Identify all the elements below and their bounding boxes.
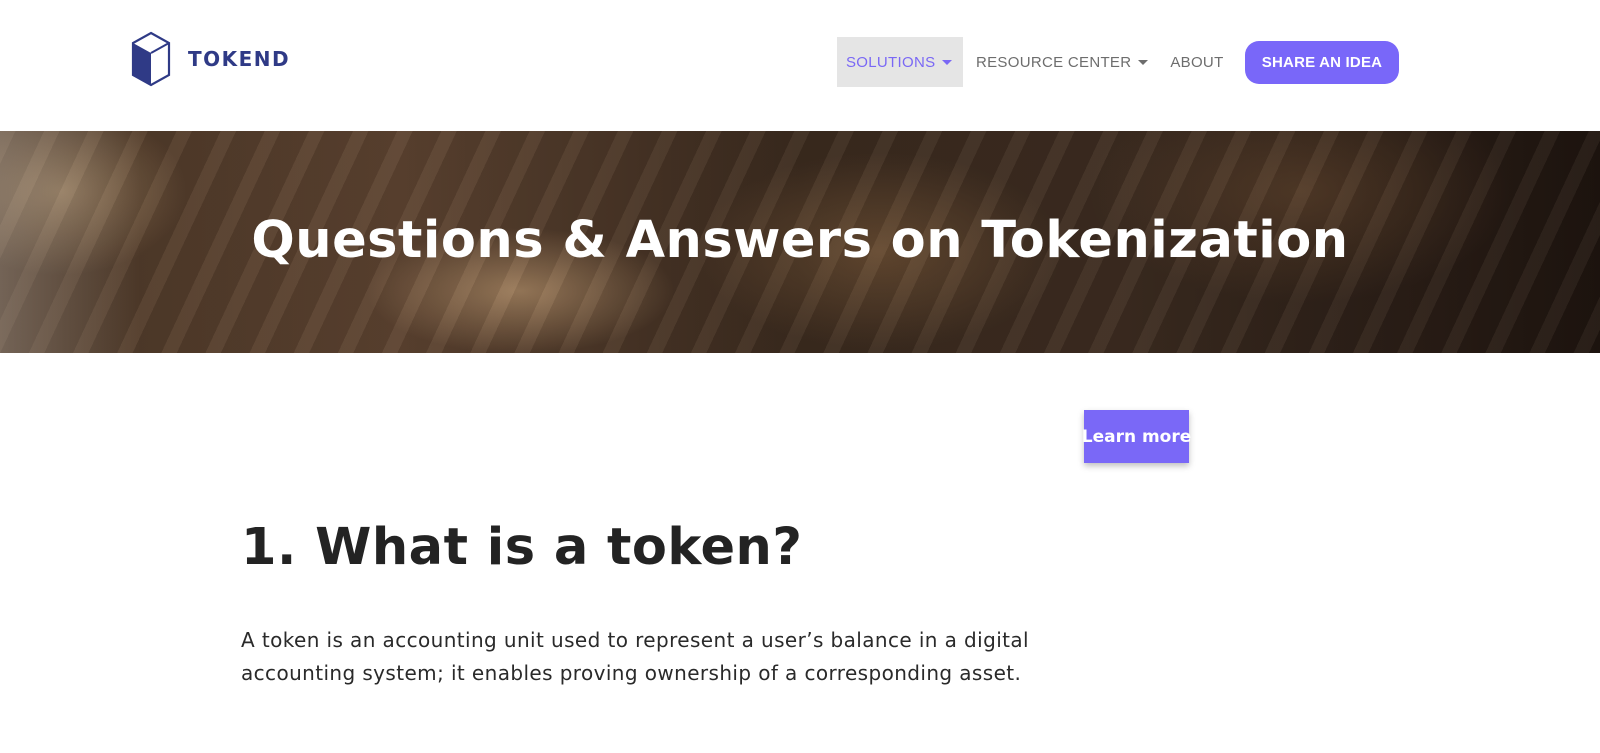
nav-item-label: SOLUTIONS [846,53,936,71]
nav-item-label: RESOURCE CENTER [976,53,1132,71]
hero-title: Questions & Answers on Tokenization [251,211,1349,270]
nav-item-resource-center[interactable]: RESOURCE CENTER [967,37,1157,87]
nav-item-about[interactable]: ABOUT [1161,37,1232,87]
hero-banner: Questions & Answers on Tokenization [0,131,1600,353]
caret-down-icon [1138,59,1149,65]
logo-icon [131,31,171,87]
question-answer: A token is an accounting unit used to re… [241,628,1030,685]
question-heading: 1. What is a token? [241,518,803,577]
site-header: TOKEND SOLUTIONS RESOURCE CENTER ABOUT S… [0,0,1600,131]
learn-more-button[interactable]: Learn more [1082,410,1191,463]
nav-item-label: ABOUT [1170,53,1224,71]
logo-text: TOKEND [188,47,291,71]
main-nav: SOLUTIONS RESOURCE CENTER ABOUT [837,37,1233,87]
logo-link[interactable]: TOKEND [131,31,290,87]
nav-item-solutions[interactable]: SOLUTIONS [837,37,963,87]
share-idea-button[interactable]: SHARE AN IDEA [1245,41,1399,84]
caret-down-icon [942,59,953,65]
